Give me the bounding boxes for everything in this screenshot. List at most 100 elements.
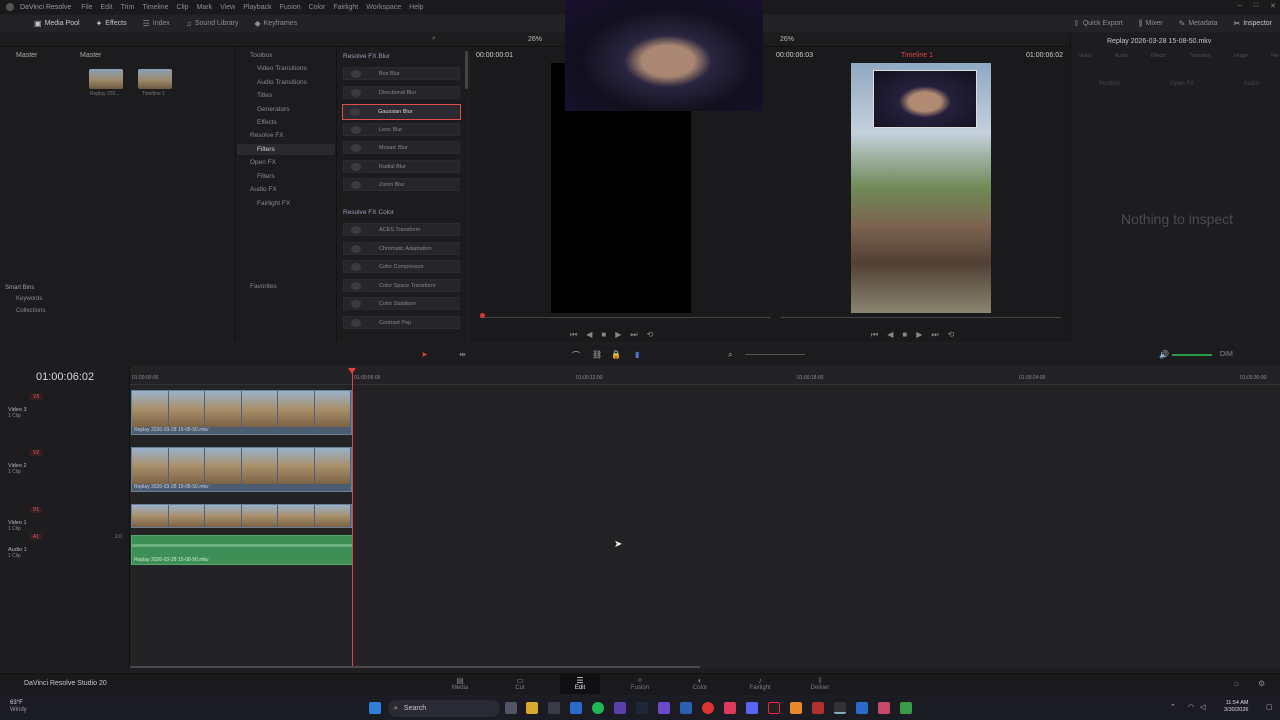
spotify-icon[interactable]: [592, 702, 604, 714]
clip-a1[interactable]: Replay 2026-03-28 15-08-50.mkv: [131, 535, 353, 565]
mixer-button[interactable]: ⫼ Mixer: [1131, 15, 1171, 32]
menu-playback[interactable]: Playback: [239, 4, 275, 11]
app-icon-2[interactable]: [658, 702, 670, 714]
loop-icon[interactable]: ⟲: [647, 330, 654, 340]
tree-filters-selected[interactable]: Filters: [237, 144, 335, 155]
menu-view[interactable]: View: [216, 4, 239, 11]
zoom-icon[interactable]: ⌕: [728, 350, 732, 360]
fx-chromatic-adaptation[interactable]: Chromatic Adaptation: [343, 242, 460, 255]
index-button[interactable]: ☰ Index: [135, 15, 178, 32]
timeline-thumbnail[interactable]: [138, 69, 172, 89]
page-media[interactable]: ▤ Media: [440, 676, 480, 691]
volume-slider[interactable]: [1172, 354, 1212, 356]
go-to-start-icon[interactable]: ⏮: [570, 330, 577, 340]
step-back-icon[interactable]: ◀: [887, 330, 893, 340]
tree-open-filters[interactable]: Filters: [257, 173, 275, 180]
close-icon[interactable]: ✕: [1270, 2, 1276, 10]
discord-icon[interactable]: [746, 702, 758, 714]
store-icon[interactable]: [570, 702, 582, 714]
fx-radial-blur[interactable]: Radial Blur: [343, 160, 460, 173]
menu-file[interactable]: File: [77, 4, 96, 11]
inspector-subtab-openfx[interactable]: Open FX: [1170, 81, 1194, 87]
taskbar-search[interactable]: ⌕ Search: [388, 700, 500, 717]
go-to-end-icon[interactable]: ⏭: [630, 330, 637, 340]
app-icon-8[interactable]: [900, 702, 912, 714]
clip-v1[interactable]: [131, 504, 352, 528]
page-cut[interactable]: ▭ Cut: [500, 676, 540, 691]
menu-workspace[interactable]: Workspace: [362, 4, 405, 11]
tree-resolve-fx[interactable]: Resolve FX: [250, 132, 284, 139]
link-icon[interactable]: ⛓: [592, 350, 602, 359]
tree-audio-fx[interactable]: Audio FX: [250, 186, 277, 193]
dim-button[interactable]: DIM: [1220, 351, 1233, 358]
play-icon[interactable]: ▶: [615, 330, 621, 340]
source-zoom[interactable]: 26%: [528, 36, 542, 43]
blur-category-header[interactable]: Resolve FX Blur: [343, 53, 390, 60]
inspector-tab-effects[interactable]: Effects: [1151, 53, 1166, 59]
music-icon[interactable]: [724, 702, 736, 714]
fx-lens-blur[interactable]: Lens Blur: [343, 123, 460, 136]
inspector-button[interactable]: ✂ Inspector: [1226, 15, 1280, 32]
selection-tool-icon[interactable]: ➤: [421, 350, 428, 359]
color-category-header[interactable]: Resolve FX Color: [343, 209, 394, 216]
go-to-start-icon[interactable]: ⏮: [871, 330, 878, 340]
effects-scrollbar[interactable]: [465, 51, 468, 89]
track-id-v1[interactable]: V1: [30, 507, 43, 513]
program-scrubber[interactable]: [781, 317, 1061, 318]
inspector-subtab-position[interactable]: Position: [1099, 81, 1120, 87]
timeline-scrollbar[interactable]: [130, 666, 700, 668]
track-id-v2[interactable]: V2: [30, 450, 43, 456]
metadata-button[interactable]: ✎ Metadata: [1171, 15, 1226, 32]
task-view-icon[interactable]: [505, 702, 517, 714]
page-fusion[interactable]: ✧ Fusion: [620, 676, 660, 691]
app-icon-6[interactable]: [856, 702, 868, 714]
fx-box-blur[interactable]: Box Blur: [343, 67, 460, 80]
tree-generators[interactable]: Generators: [257, 106, 290, 113]
inspector-tab-video[interactable]: Video: [1079, 53, 1092, 59]
zoom-slider[interactable]: [745, 354, 805, 355]
menu-color[interactable]: Color: [305, 4, 330, 11]
menu-help[interactable]: Help: [405, 4, 427, 11]
menu-fairlight[interactable]: Fairlight: [329, 4, 362, 11]
tray-chevron-icon[interactable]: ⌃: [1170, 703, 1176, 711]
track-id-a1[interactable]: A1: [30, 534, 43, 540]
source-scrubber[interactable]: [480, 317, 770, 318]
keywords-item[interactable]: Keywords: [0, 293, 130, 305]
home-icon[interactable]: ⌂: [1234, 679, 1239, 688]
resolve-taskbar-icon[interactable]: [834, 702, 846, 714]
speaker-icon[interactable]: ◁: [1200, 703, 1205, 711]
tree-effects[interactable]: Effects: [257, 119, 277, 126]
page-color[interactable]: ◐ Color: [680, 676, 720, 691]
tree-fairlight-fx[interactable]: Fairlight FX: [257, 200, 290, 207]
inspector-subtab-audio[interactable]: Audio: [1244, 81, 1259, 87]
fx-zoom-blur[interactable]: Zoom Blur: [343, 178, 460, 191]
clip-v3[interactable]: Replay 2026-03-28 15-08-50.mkv: [131, 390, 352, 435]
tree-open-fx[interactable]: Open FX: [250, 159, 276, 166]
clip-v2[interactable]: Replay 2026-03-28 15-08-50.mkv: [131, 447, 352, 492]
page-edit[interactable]: ☰ Edit: [560, 674, 600, 694]
go-to-end-icon[interactable]: ⏭: [931, 330, 938, 340]
tree-audio-transitions[interactable]: Audio Transitions: [257, 79, 307, 86]
search-icon[interactable]: ⌕: [432, 35, 436, 43]
wifi-icon[interactable]: ◠: [1188, 703, 1194, 711]
play-icon[interactable]: ▶: [916, 330, 922, 340]
playhead[interactable]: [352, 370, 353, 666]
source-playhead[interactable]: [480, 313, 485, 318]
tiktok-icon[interactable]: [768, 702, 780, 714]
menu-edit[interactable]: Edit: [97, 4, 117, 11]
menu-timeline[interactable]: Timeline: [138, 4, 172, 11]
stop-icon[interactable]: ■: [601, 330, 606, 340]
trim-tool-icon[interactable]: ⇹: [459, 350, 466, 359]
media-pool-button[interactable]: ▣ Media Pool: [26, 15, 88, 32]
keyframes-button[interactable]: ◆ Keyframes: [246, 15, 305, 32]
fx-aces-transform[interactable]: ACES Transform: [343, 223, 460, 236]
inspector-tab-transition[interactable]: Transition: [1189, 53, 1211, 59]
fx-color-stabilizer[interactable]: Color Stabilizer: [343, 297, 460, 310]
program-zoom[interactable]: 26%: [780, 36, 794, 43]
flag-icon[interactable]: ▮: [635, 350, 639, 359]
volume-icon[interactable]: 🔊: [1159, 350, 1169, 359]
minimize-icon[interactable]: –: [1238, 2, 1242, 10]
menu-fusion[interactable]: Fusion: [276, 4, 305, 11]
track-id-v3[interactable]: V3: [30, 394, 43, 400]
snapping-icon[interactable]: ⌒: [572, 350, 580, 361]
